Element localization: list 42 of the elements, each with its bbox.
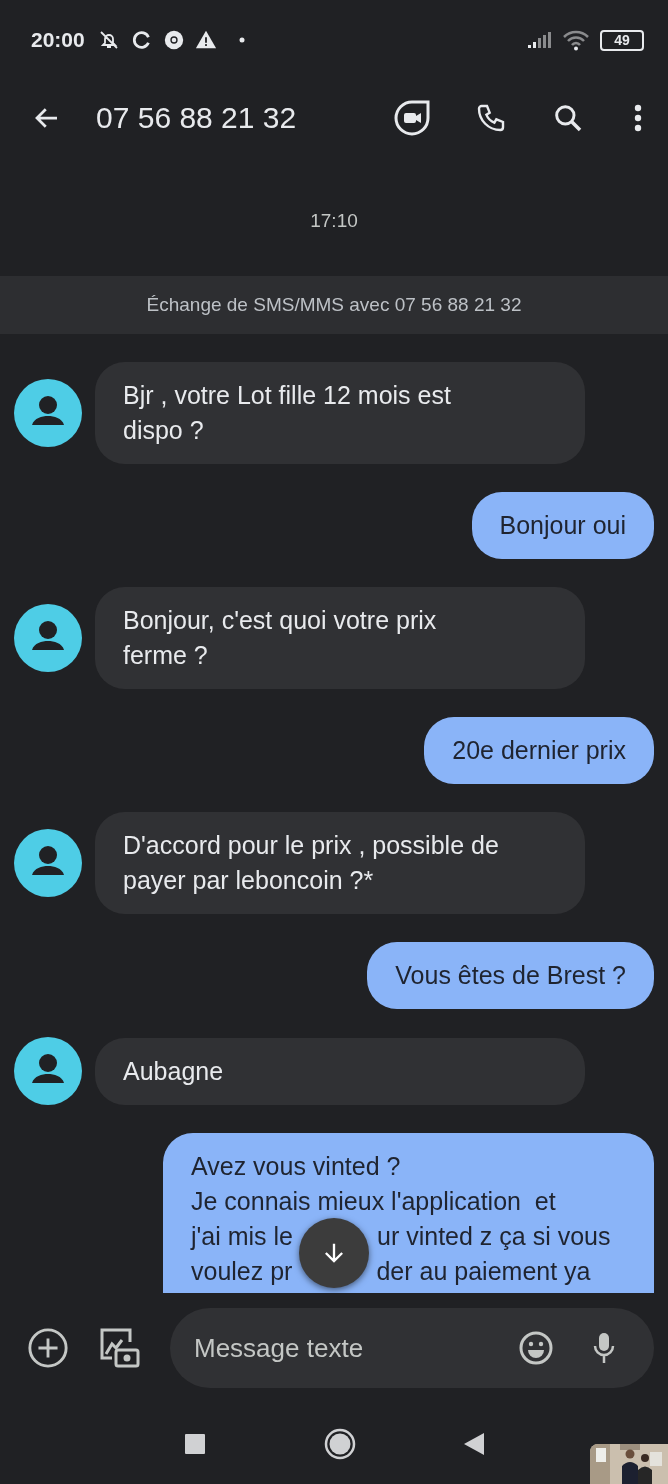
avatar-icon (14, 604, 82, 672)
message-text: der au paiement ya (376, 1256, 591, 1287)
status-time: 20:00 (31, 28, 85, 52)
message-timestamp: 17:10 (310, 210, 358, 232)
message-text: D'accord pour le prix , possible de (123, 830, 499, 861)
sync-icon (130, 29, 153, 51)
contact-number: 07 56 88 21 32 (96, 101, 297, 135)
message-text: ur vinted z ça si vous (377, 1221, 611, 1252)
message-text: dispo ? (123, 415, 204, 446)
gallery-camera-icon[interactable] (98, 1326, 142, 1370)
message-text: j'ai mis le (191, 1221, 293, 1252)
message-text: Bonjour oui (499, 510, 626, 541)
message-text: Aubagne (123, 1055, 224, 1087)
more-menu-icon[interactable] (634, 104, 642, 132)
message-text: Vous êtes de Brest ? (395, 960, 626, 991)
message-text: Bjr , votre Lot fille 12 mois est (123, 380, 451, 411)
message-text: 20e dernier prix (452, 735, 626, 766)
avatar-icon (14, 829, 82, 897)
emoji-icon[interactable] (518, 1330, 554, 1366)
message-text: Je connais mieux l'application et (191, 1186, 556, 1217)
message-input-field[interactable]: Message texte (170, 1308, 654, 1388)
message-text: ferme ? (123, 640, 208, 671)
warning-icon (194, 29, 217, 51)
video-call-icon[interactable] (394, 100, 430, 136)
message-text: payer par leboncoin ?* (123, 865, 374, 896)
conversation-banner: Échange de SMS/MMS avec 07 56 88 21 32 (0, 276, 668, 334)
recents-icon[interactable] (185, 1433, 205, 1454)
phone-icon[interactable] (475, 102, 507, 134)
back-icon[interactable] (464, 1432, 484, 1455)
home-icon[interactable] (324, 1427, 356, 1460)
message-text: Avez vous vinted ? (191, 1151, 401, 1182)
signal-icon (526, 30, 552, 50)
avatar-icon (14, 379, 82, 447)
message-text: Bonjour, c'est quoi votre prix (123, 605, 437, 636)
dot-icon (238, 37, 245, 43)
add-icon[interactable] (27, 1327, 69, 1369)
message-text: voulez pr (191, 1256, 293, 1287)
avatar-icon (14, 1037, 82, 1105)
microphone-icon[interactable] (592, 1330, 616, 1366)
search-icon[interactable] (552, 102, 584, 134)
wifi-icon (562, 29, 590, 51)
battery-indicator: 49 (600, 29, 644, 51)
